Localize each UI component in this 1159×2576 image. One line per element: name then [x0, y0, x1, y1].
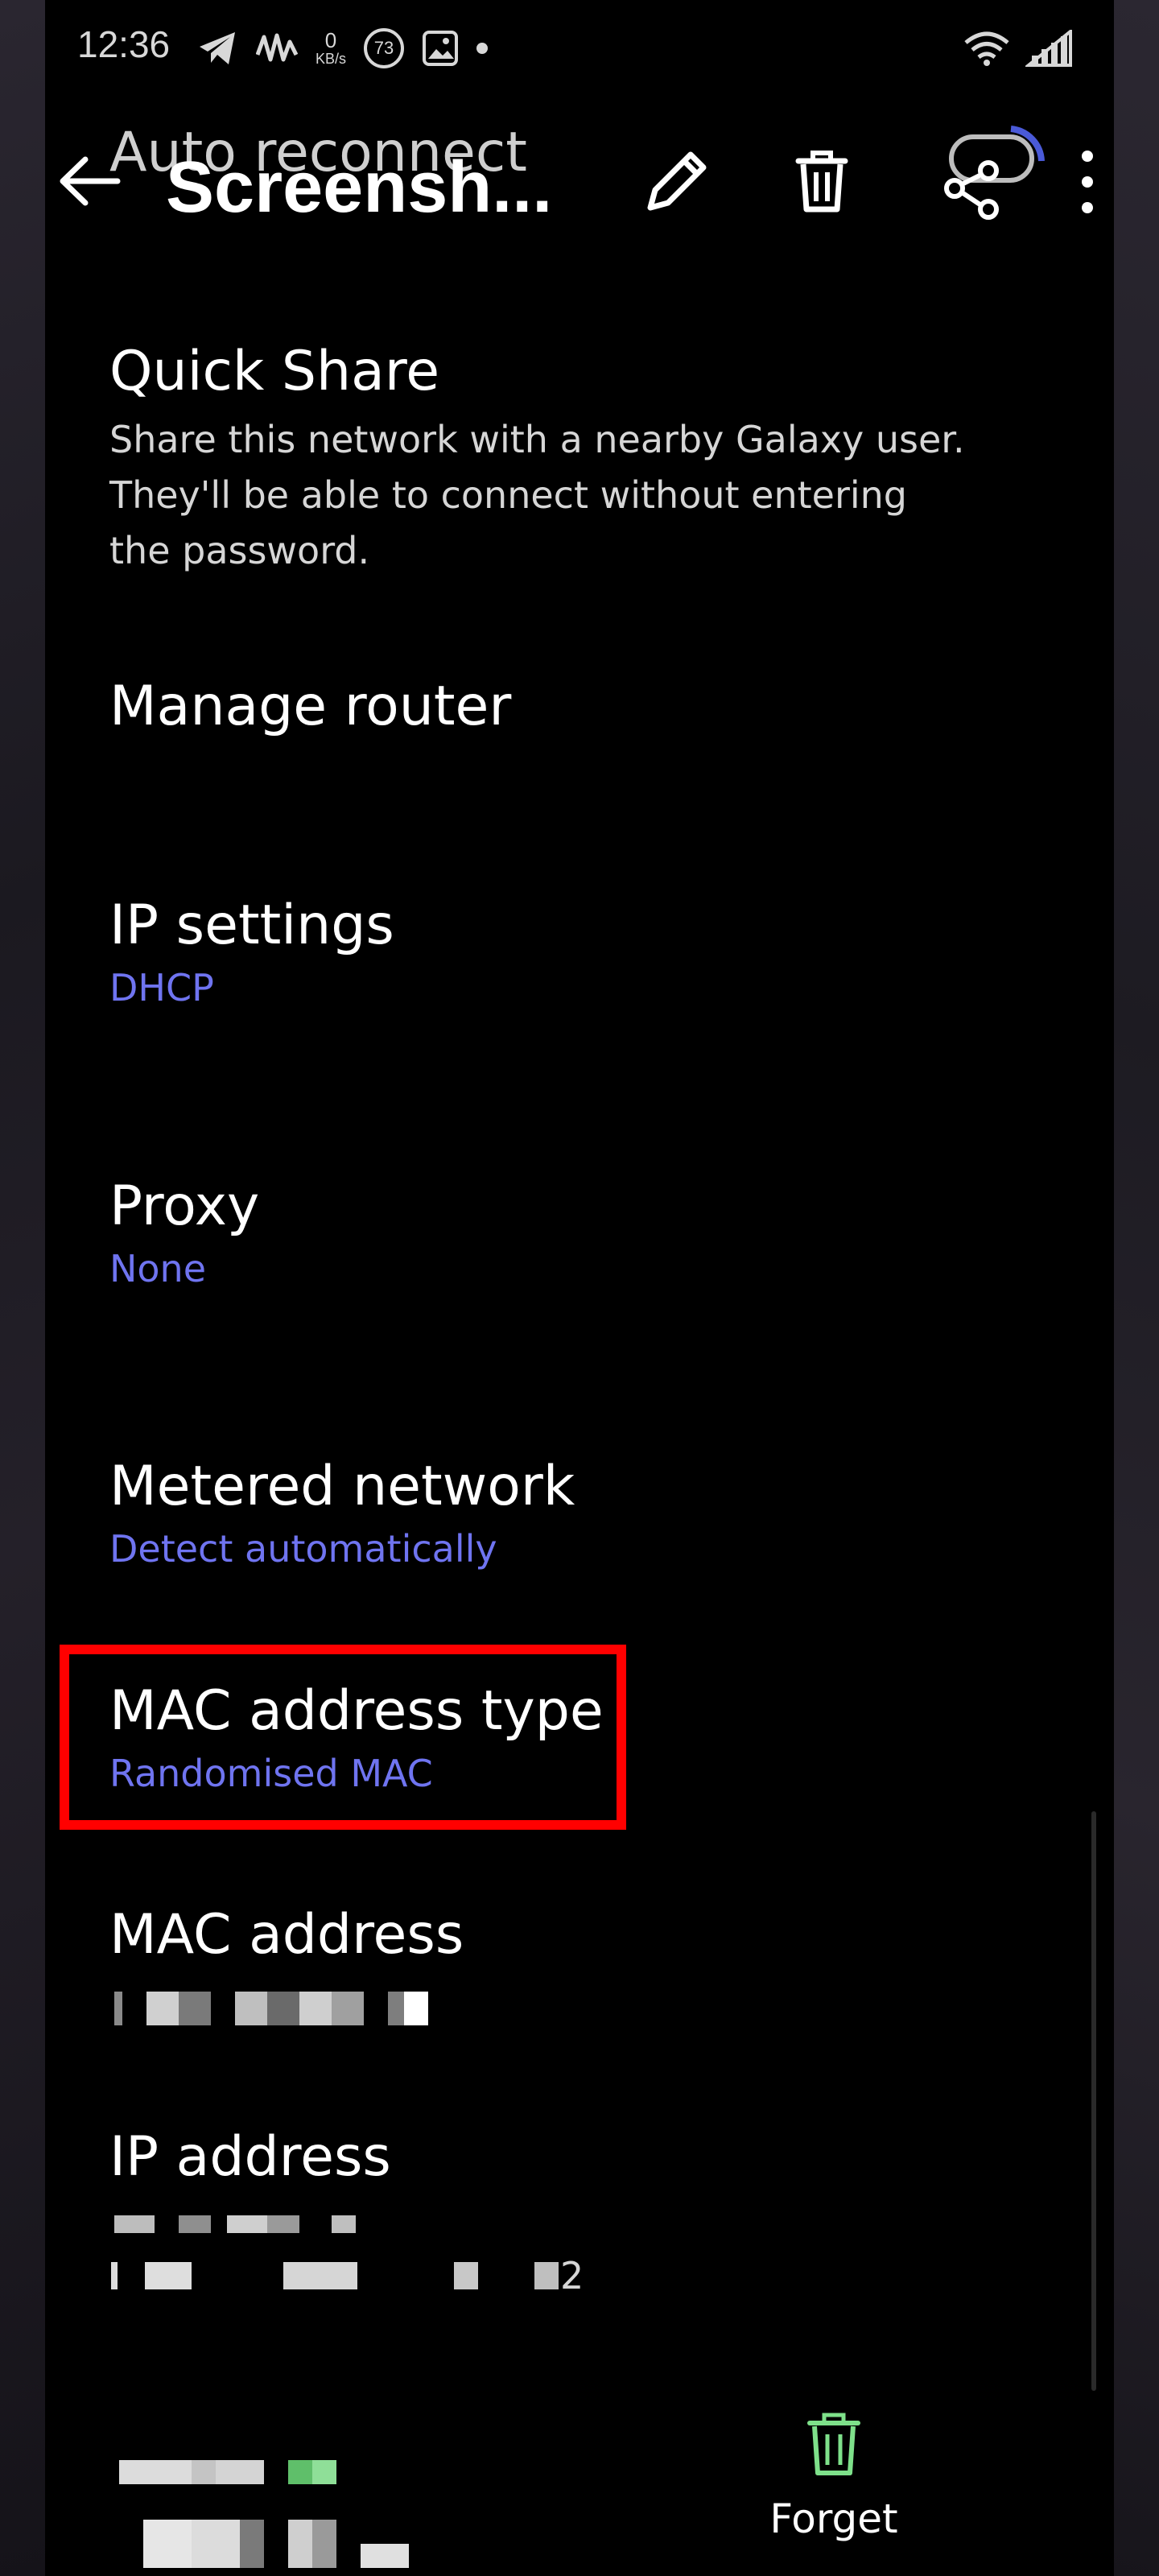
ip-address-redacted-line-2: 2: [111, 2254, 584, 2297]
proxy-title: Proxy: [109, 1174, 260, 1238]
quick-share-description: Share this network with a nearby Galaxy …: [109, 412, 1075, 579]
notification-count-badge: 73: [364, 28, 405, 68]
mac-address-type-title: MAC address type: [109, 1679, 604, 1743]
network-speed-value: 0: [324, 28, 337, 52]
quick-share-desc-line: They'll be able to connect without enter…: [109, 473, 907, 518]
pencil-icon[interactable]: [633, 137, 721, 225]
quick-share-desc-line: the password.: [109, 529, 370, 573]
quick-share-desc-line: Share this network with a nearby Galaxy …: [109, 418, 965, 462]
signal-icon: [1025, 30, 1072, 67]
quick-share-title: Quick Share: [109, 340, 440, 403]
mac-address-type-item[interactable]: MAC address type Randomised MAC: [109, 1676, 1075, 1801]
mac-address-item: MAC address: [109, 1900, 1075, 1971]
ip-settings-title: IP settings: [109, 894, 394, 957]
quick-share-item[interactable]: Quick Share Share this network with a ne…: [109, 336, 1075, 579]
wifi-icon: [964, 31, 1009, 66]
trash-icon: [807, 2413, 860, 2475]
manage-router-title: Manage router: [109, 675, 512, 738]
proxy-value: None: [109, 1247, 207, 1291]
back-arrow-icon[interactable]: [53, 145, 126, 217]
metered-network-title: Metered network: [109, 1455, 575, 1518]
wallpaper-left: [0, 0, 45, 2576]
ip-address-redacted-line-1: [114, 2215, 356, 2233]
trash-icon[interactable]: [777, 137, 866, 225]
more-notifications-dot: [476, 43, 489, 54]
ip-settings-value: DHCP: [109, 966, 214, 1010]
metered-network-item[interactable]: Metered network Detect automatically: [109, 1451, 1075, 1576]
manage-router-item[interactable]: Manage router: [109, 671, 1075, 742]
share-icon[interactable]: [930, 114, 1051, 235]
app-bar: Auto reconnect Screensh...: [45, 113, 1114, 242]
bottom-action-bar: Forget: [45, 2383, 1114, 2576]
scrollbar[interactable]: [1091, 1811, 1096, 2391]
ip-address-title: IP address: [109, 2125, 391, 2189]
wallpaper-right: [1114, 0, 1159, 2576]
more-vert-icon[interactable]: [1067, 137, 1107, 225]
mac-address-type-value: Randomised MAC: [109, 1752, 433, 1796]
forget-button[interactable]: Forget: [753, 2391, 914, 2568]
status-time: 12:36: [77, 23, 171, 65]
telegram-icon: [200, 32, 235, 64]
proxy-item[interactable]: Proxy None: [109, 1171, 1075, 1296]
status-icons-left: 0 KB/s 73: [198, 24, 489, 72]
ip-settings-item[interactable]: IP settings DHCP: [109, 890, 1075, 1015]
mac-address-title: MAC address: [109, 1903, 464, 1967]
status-bar: 12:36 0 KB/s 73: [45, 0, 1114, 97]
status-icons-right: [963, 24, 1074, 72]
gallery-icon: [423, 31, 459, 66]
viewer-title: Screensh...: [166, 147, 553, 228]
network-speed: 0 KB/s: [316, 30, 346, 67]
forget-label: Forget: [769, 2496, 898, 2542]
metered-network-value: Detect automatically: [109, 1527, 497, 1571]
redacted-action-line-2: [143, 2520, 409, 2568]
network-speed-unit: KB/s: [316, 51, 347, 67]
ip-address-visible-tail: 2: [560, 2254, 584, 2297]
redacted-action-line-1: [119, 2460, 336, 2484]
ip-address-item: IP address: [109, 2122, 1075, 2193]
screen: 12:36 0 KB/s 73 Auto reconnect Screensh.…: [45, 0, 1114, 2576]
activity-wave-icon: [256, 33, 298, 62]
mac-address-redacted: [114, 1992, 428, 2025]
